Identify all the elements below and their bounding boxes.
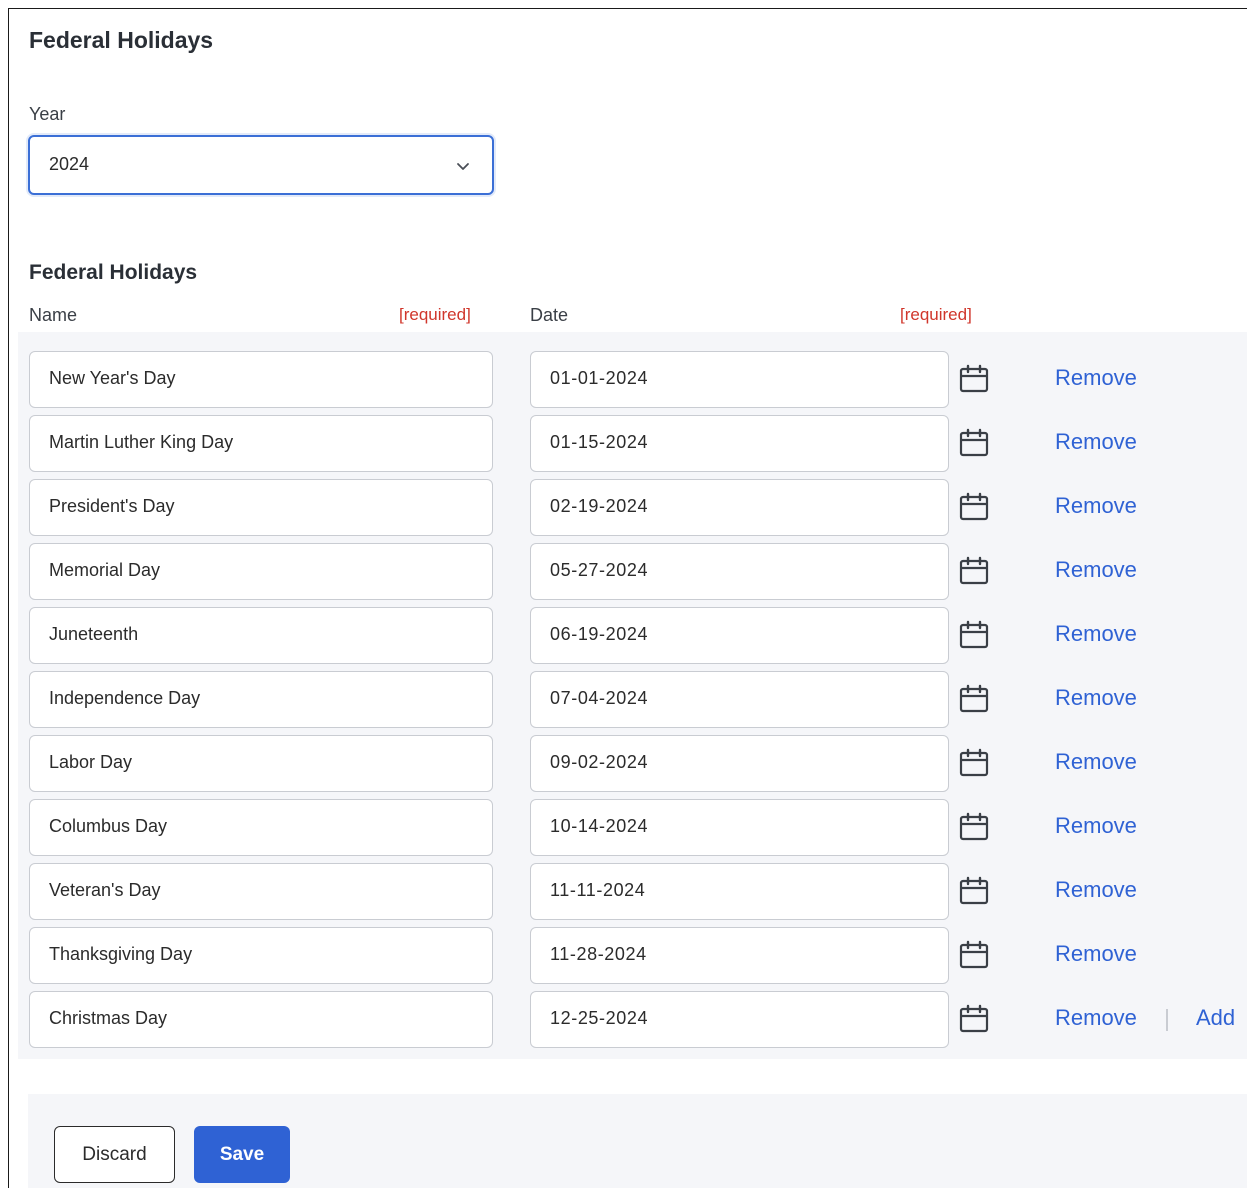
holiday-row: New Year's Day 01-01-2024 Remove: [0, 351, 1247, 408]
remove-link[interactable]: Remove: [1055, 685, 1137, 711]
holiday-date-input[interactable]: 01-15-2024: [530, 415, 949, 472]
name-required-label: [required]: [399, 305, 471, 324]
chevron-down-icon: [457, 163, 469, 170]
holiday-row: Thanksgiving Day 11-28-2024 Remove: [0, 927, 1247, 984]
holiday-date-input[interactable]: 11-11-2024: [530, 863, 949, 920]
remove-link[interactable]: Remove: [1055, 813, 1137, 839]
year-select[interactable]: 2024: [28, 135, 494, 195]
holiday-date-value: 10-14-2024: [550, 816, 649, 836]
holiday-row: Christmas Day 12-25-2024 Remove Add: [0, 991, 1247, 1048]
name-column-header: Name: [29, 305, 78, 325]
holiday-name-input[interactable]: Columbus Day: [29, 799, 493, 856]
save-button[interactable]: Save: [194, 1126, 290, 1183]
holiday-name-value: Memorial Day: [49, 560, 161, 580]
holiday-name-value: Independence Day: [49, 688, 201, 708]
holiday-row: Labor Day 09-02-2024 Remove: [0, 735, 1247, 792]
holiday-name-value: President's Day: [49, 496, 175, 516]
remove-link[interactable]: Remove: [1055, 749, 1137, 775]
remove-link[interactable]: Remove: [1055, 941, 1137, 967]
section-title: Federal Holidays: [29, 261, 198, 284]
holiday-date-input[interactable]: 10-14-2024: [530, 799, 949, 856]
holiday-name-input[interactable]: Christmas Day: [29, 991, 493, 1048]
remove-link[interactable]: Remove: [1055, 429, 1137, 455]
remove-link[interactable]: Remove: [1055, 621, 1137, 647]
holiday-name-value: Labor Day: [49, 752, 133, 772]
holiday-date-value: 02-19-2024: [550, 496, 649, 516]
calendar-icon[interactable]: [958, 1004, 990, 1034]
holiday-name-input[interactable]: Labor Day: [29, 735, 493, 792]
holiday-row: Veteran's Day 11-11-2024 Remove: [0, 863, 1247, 920]
calendar-icon[interactable]: [958, 492, 990, 522]
holiday-name-input[interactable]: President's Day: [29, 479, 493, 536]
holiday-date-input[interactable]: 06-19-2024: [530, 607, 949, 664]
holiday-date-value: 05-27-2024: [550, 560, 649, 580]
add-link[interactable]: Add: [1196, 1005, 1235, 1031]
page-title: Federal Holidays: [29, 27, 214, 53]
holiday-name-value: New Year's Day: [49, 368, 176, 388]
holiday-date-input[interactable]: 02-19-2024: [530, 479, 949, 536]
date-column-header: Date: [530, 305, 569, 325]
holiday-name-input[interactable]: Juneteenth: [29, 607, 493, 664]
holiday-date-value: 11-11-2024: [550, 880, 646, 900]
holiday-date-value: 01-15-2024: [550, 432, 649, 452]
holiday-name-input[interactable]: Thanksgiving Day: [29, 927, 493, 984]
remove-link[interactable]: Remove: [1055, 493, 1137, 519]
holiday-date-value: 12-25-2024: [550, 1008, 649, 1028]
year-label: Year: [29, 104, 66, 124]
holiday-row: Juneteenth 06-19-2024 Remove: [0, 607, 1247, 664]
holiday-name-input[interactable]: Veteran's Day: [29, 863, 493, 920]
holiday-name-input[interactable]: New Year's Day: [29, 351, 493, 408]
holiday-name-value: Christmas Day: [49, 1008, 168, 1028]
calendar-icon[interactable]: [958, 620, 990, 650]
year-select-value: 2024: [49, 154, 90, 174]
holiday-date-input[interactable]: 05-27-2024: [530, 543, 949, 600]
holiday-date-value: 06-19-2024: [550, 624, 649, 644]
holiday-name-value: Thanksgiving Day: [49, 944, 193, 964]
remove-link[interactable]: Remove: [1055, 877, 1137, 903]
calendar-icon[interactable]: [958, 748, 990, 778]
holiday-row: President's Day 02-19-2024 Remove: [0, 479, 1247, 536]
holiday-name-value: Columbus Day: [49, 816, 168, 836]
holiday-row: Independence Day 07-04-2024 Remove: [0, 671, 1247, 728]
holiday-date-input[interactable]: 11-28-2024: [530, 927, 949, 984]
calendar-icon[interactable]: [958, 428, 990, 458]
holiday-name-input[interactable]: Martin Luther King Day: [29, 415, 493, 472]
calendar-icon[interactable]: [958, 556, 990, 586]
remove-link[interactable]: Remove: [1055, 1005, 1137, 1031]
holiday-date-value: 07-04-2024: [550, 688, 649, 708]
holiday-row: Columbus Day 10-14-2024 Remove: [0, 799, 1247, 856]
date-required-label: [required]: [900, 305, 972, 324]
holiday-row: Memorial Day 05-27-2024 Remove: [0, 543, 1247, 600]
holiday-date-input[interactable]: 09-02-2024: [530, 735, 949, 792]
holiday-date-value: 09-02-2024: [550, 752, 649, 772]
calendar-icon[interactable]: [958, 684, 990, 714]
holiday-name-input[interactable]: Memorial Day: [29, 543, 493, 600]
holiday-date-input[interactable]: 12-25-2024: [530, 991, 949, 1048]
holiday-name-value: Juneteenth: [49, 624, 139, 644]
holiday-row: Martin Luther King Day 01-15-2024 Remove: [0, 415, 1247, 472]
action-separator: [1166, 1009, 1168, 1031]
calendar-icon[interactable]: [958, 940, 990, 970]
calendar-icon[interactable]: [958, 364, 990, 394]
discard-button[interactable]: Discard: [54, 1126, 175, 1183]
holiday-date-value: 11-28-2024: [550, 944, 647, 964]
holiday-date-value: 01-01-2024: [550, 368, 649, 388]
calendar-icon[interactable]: [958, 812, 990, 842]
holiday-date-input[interactable]: 01-01-2024: [530, 351, 949, 408]
calendar-icon[interactable]: [958, 876, 990, 906]
holiday-name-value: Martin Luther King Day: [49, 432, 234, 452]
remove-link[interactable]: Remove: [1055, 557, 1137, 583]
holiday-name-value: Veteran's Day: [49, 880, 161, 900]
holiday-date-input[interactable]: 07-04-2024: [530, 671, 949, 728]
holiday-name-input[interactable]: Independence Day: [29, 671, 493, 728]
remove-link[interactable]: Remove: [1055, 365, 1137, 391]
